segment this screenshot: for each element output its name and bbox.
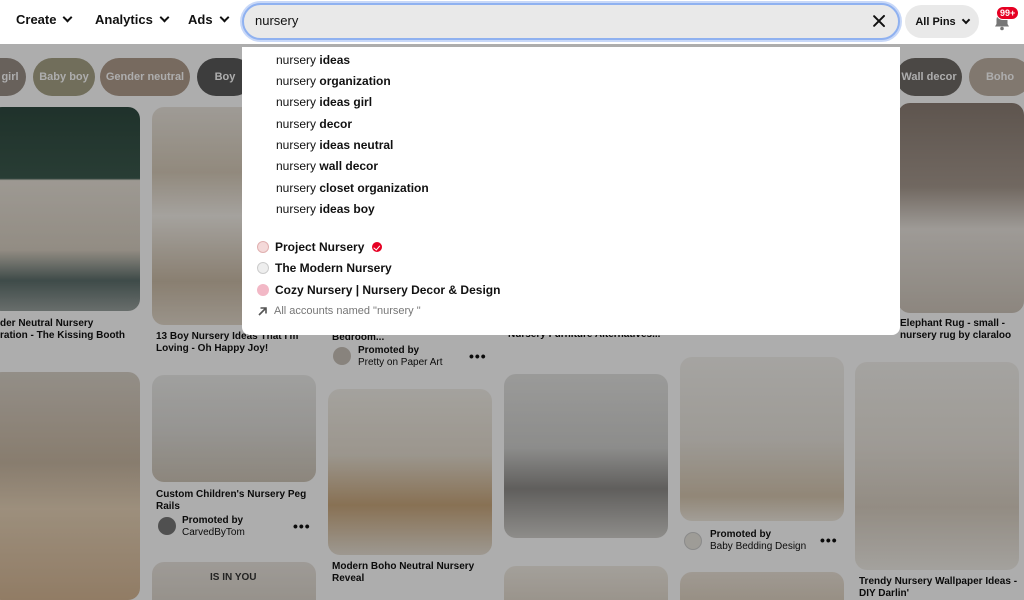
search-scope-dropdown[interactable]: All Pins — [905, 5, 979, 38]
create-menu[interactable]: Create — [16, 12, 73, 27]
suggestion-item[interactable]: nursery ideas boy — [276, 202, 375, 216]
suggestion-item[interactable]: nursery ideas neutral — [276, 138, 393, 152]
verified-check-icon — [372, 242, 383, 252]
ads-menu[interactable]: Ads — [188, 12, 230, 27]
chevron-down-icon — [961, 15, 970, 24]
suggestion-item[interactable]: nursery closet organization — [276, 181, 429, 195]
top-navigation-bar: Create Analytics Ads nursery All Pins 99… — [0, 0, 1024, 44]
chevron-down-icon — [63, 12, 73, 23]
arrow-up-right-icon — [258, 306, 267, 316]
close-icon[interactable] — [872, 14, 886, 28]
all-accounts-link[interactable]: All accounts named "nursery " — [257, 305, 421, 317]
suggestion-item[interactable]: nursery ideas — [276, 53, 350, 67]
account-avatar — [257, 241, 269, 253]
chevron-down-icon — [159, 12, 170, 23]
chevron-down-icon — [219, 12, 230, 23]
account-avatar — [257, 284, 269, 296]
search-bar[interactable]: nursery — [242, 3, 900, 40]
analytics-menu[interactable]: Analytics — [95, 12, 170, 27]
search-input[interactable]: nursery — [255, 13, 298, 28]
suggestion-item[interactable]: nursery wall decor — [276, 159, 378, 173]
account-suggestion[interactable]: Cozy Nursery | Nursery Decor & Design — [257, 283, 500, 297]
suggestion-item[interactable]: nursery organization — [276, 74, 391, 88]
suggestion-item[interactable]: nursery decor — [276, 117, 352, 131]
account-suggestion[interactable]: Project Nursery — [257, 240, 383, 254]
account-suggestion[interactable]: The Modern Nursery — [257, 261, 392, 275]
notification-badge: 99+ — [996, 6, 1020, 20]
account-avatar — [257, 262, 269, 274]
search-suggestions-dropdown: nursery ideas nursery organization nurse… — [242, 47, 900, 335]
suggestion-item[interactable]: nursery ideas girl — [276, 95, 372, 109]
